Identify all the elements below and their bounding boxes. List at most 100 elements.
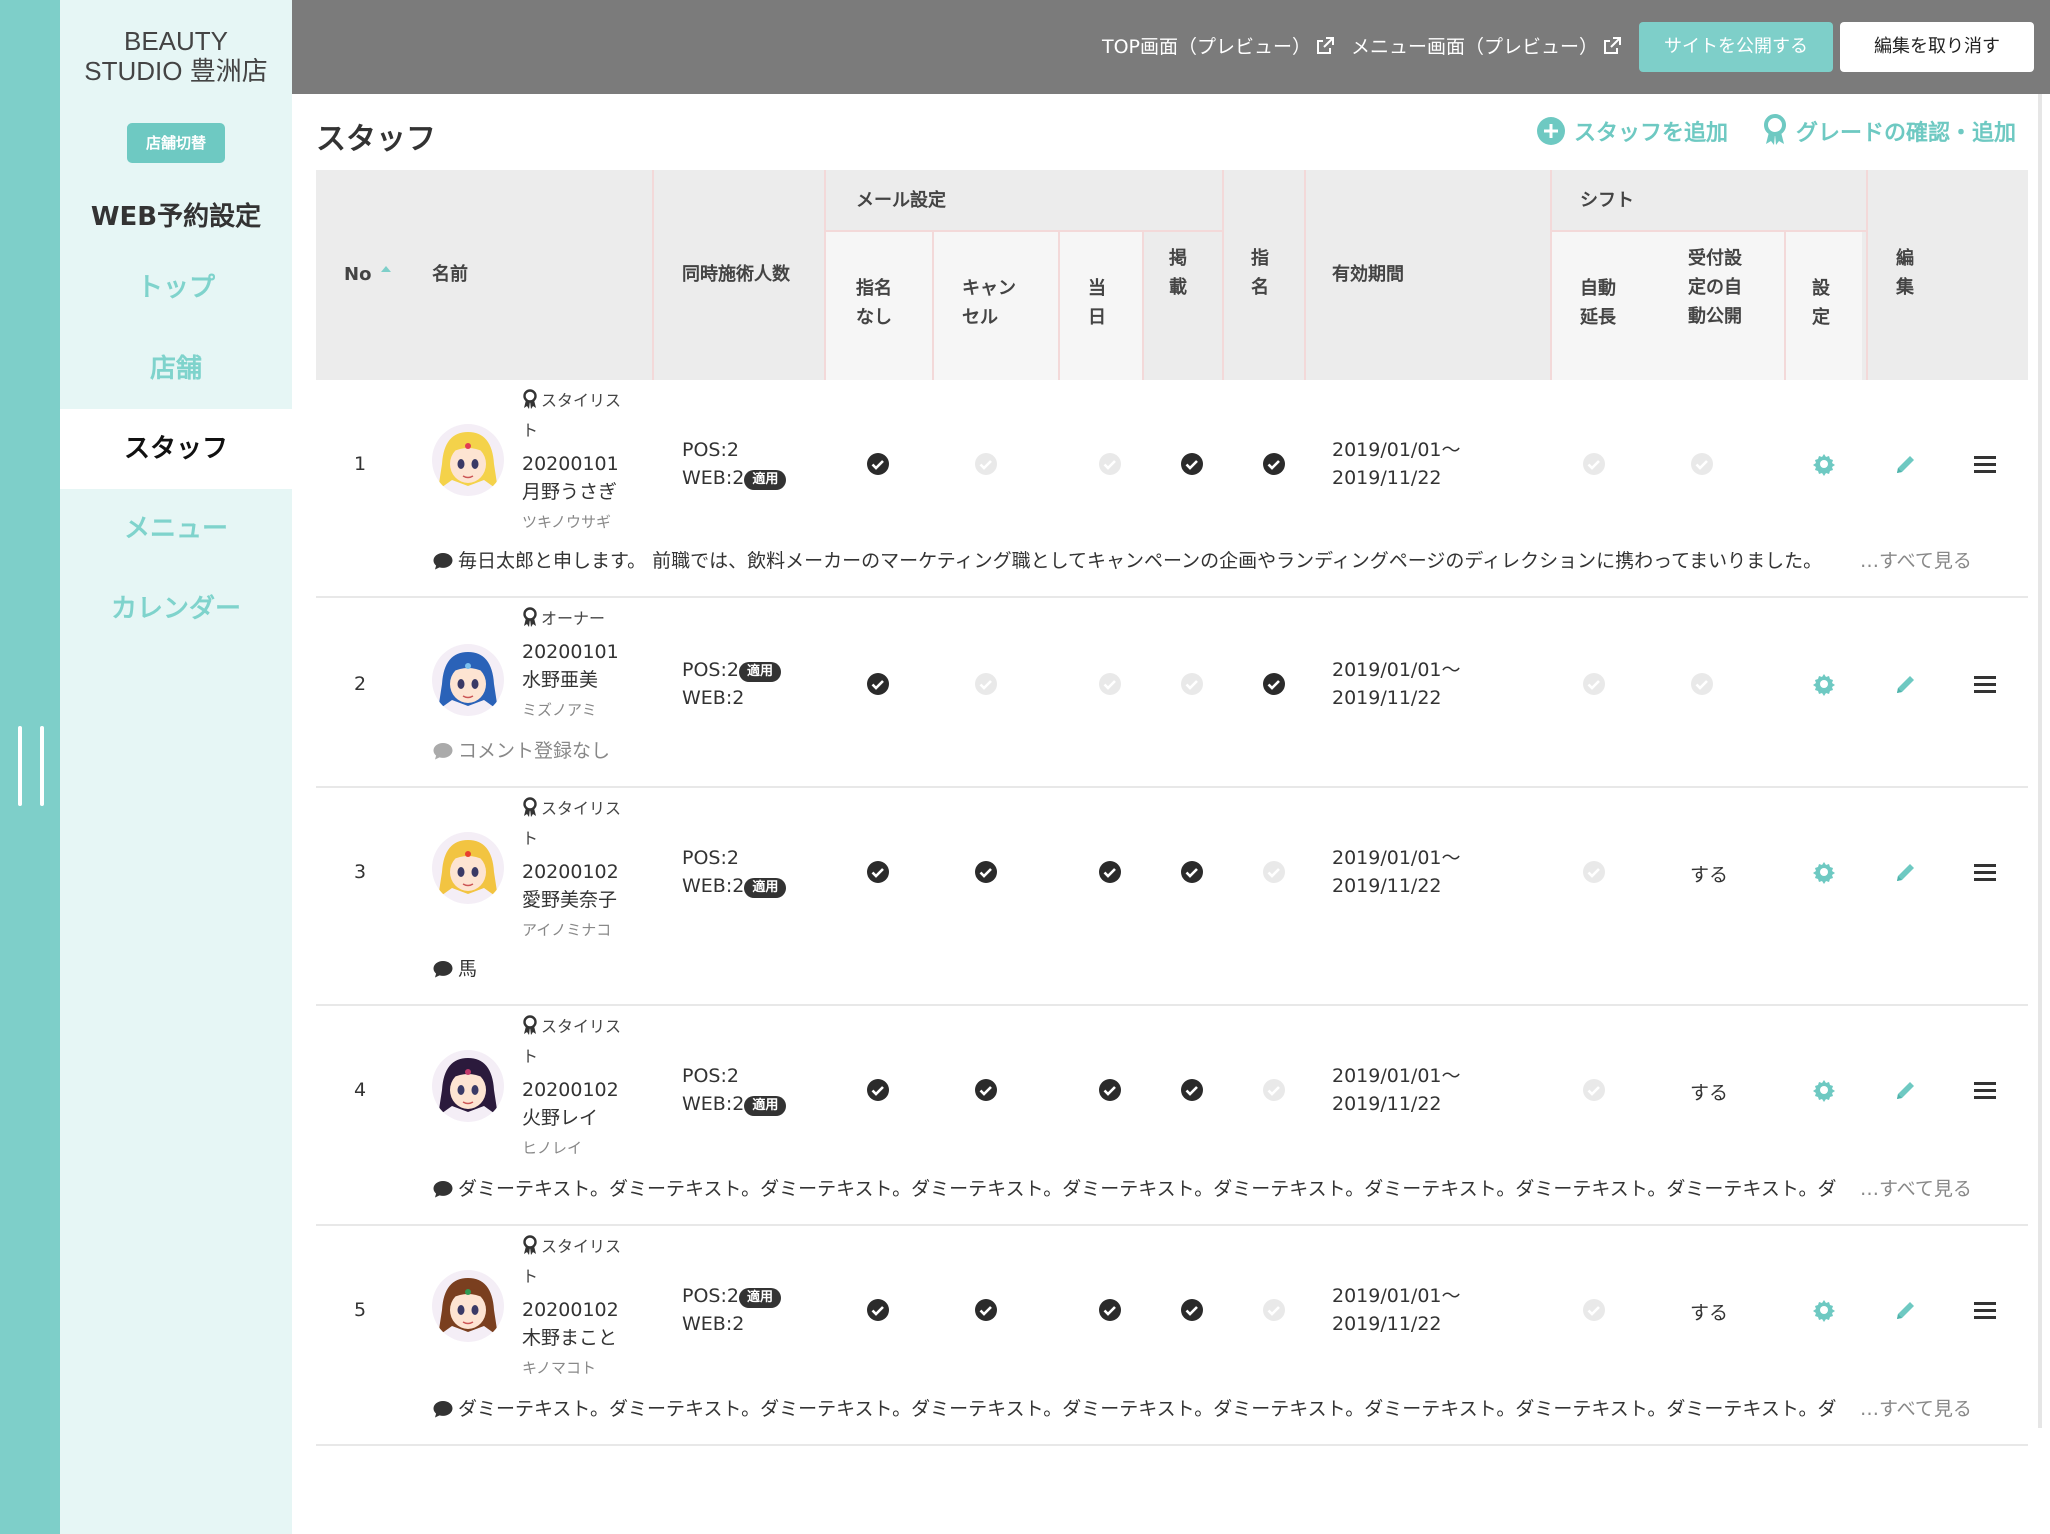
header-shift: シフト (1580, 190, 1634, 211)
published-check-icon[interactable] (1180, 672, 1204, 696)
mail-sameday-check-icon[interactable] (1098, 1078, 1122, 1102)
column-divider (1142, 232, 1144, 380)
nominate-check-icon[interactable] (1262, 860, 1286, 884)
sidebar-item-top[interactable]: トップ (60, 248, 292, 328)
hamburger-icon[interactable] (1974, 861, 1996, 887)
grade-button[interactable]: グレードの確認・追加 (1762, 114, 2016, 154)
staff-kana: ツキノウサギ (522, 513, 611, 531)
mail-cancel-check-icon[interactable] (974, 672, 998, 696)
staff-comment: コメント登録なし (432, 736, 610, 766)
staff-name[interactable]: 木野まこと (522, 1324, 617, 1353)
published-check-icon[interactable] (1180, 860, 1204, 884)
plus-circle-icon (1537, 117, 1565, 145)
mail-cancel-check-icon[interactable] (974, 1298, 998, 1322)
mail-cancel-check-icon[interactable] (974, 860, 998, 884)
staff-name[interactable]: 水野亜美 (522, 666, 598, 695)
mail-sameday-check-icon[interactable] (1098, 672, 1122, 696)
auto-extend-check-icon[interactable] (1582, 860, 1606, 884)
pencil-icon[interactable] (1894, 1298, 1918, 1326)
mail-unassigned-check-icon[interactable] (866, 1078, 890, 1102)
pencil-icon[interactable] (1894, 1078, 1918, 1106)
published-check-icon[interactable] (1180, 452, 1204, 476)
sidebar-toggle-handle[interactable] (16, 726, 46, 806)
gear-icon[interactable] (1812, 1078, 1836, 1106)
header-auto-extend: 自動延長 (1580, 278, 1616, 328)
pos-text: POS:2 (682, 1285, 739, 1307)
staff-comment: 毎日太郎と申します。 前職では、飲料メーカーのマーケティング職としてキャンペーン… (432, 546, 1822, 576)
speech-bubble-icon (433, 1181, 453, 1198)
nominate-check-icon[interactable] (1262, 452, 1286, 476)
avatar[interactable] (432, 1270, 504, 1342)
mail-cancel-check-icon[interactable] (974, 1078, 998, 1102)
hamburger-icon[interactable] (1974, 1079, 1996, 1105)
column-divider (1784, 232, 1786, 380)
award-icon (523, 389, 537, 409)
applied-badge: 適用 (738, 1288, 781, 1308)
gear-icon[interactable] (1812, 860, 1836, 888)
hamburger-icon[interactable] (1974, 1299, 1996, 1325)
mail-cancel-check-icon[interactable] (974, 452, 998, 476)
auto-extend-check-icon[interactable] (1582, 1078, 1606, 1102)
sidebar-item-calendar[interactable]: カレンダー (60, 569, 292, 649)
comment-text: ダミーテキスト。ダミーテキスト。ダミーテキスト。ダミーテキスト。ダミーテキスト。… (458, 1398, 1837, 1420)
publish-site-button[interactable]: サイトを公開する (1639, 22, 1833, 72)
see-all-link[interactable]: …すべて見る (1860, 1394, 1972, 1424)
award-icon (523, 1015, 537, 1035)
grade-label: オーナー (522, 604, 622, 634)
see-all-link[interactable]: …すべて見る (1860, 546, 1972, 576)
mail-sameday-check-icon[interactable] (1098, 1298, 1122, 1322)
gear-icon[interactable] (1812, 1298, 1836, 1326)
mail-sameday-check-icon[interactable] (1098, 452, 1122, 476)
web-count: WEB:2 (682, 1310, 744, 1339)
add-staff-button[interactable]: スタッフを追加 (1536, 114, 1728, 154)
cancel-edit-button[interactable]: 編集を取り消す (1840, 22, 2034, 72)
pencil-icon[interactable] (1894, 860, 1918, 888)
sidebar-item-store[interactable]: 店舗 (60, 329, 292, 409)
gear-icon[interactable] (1812, 672, 1836, 700)
mail-unassigned-check-icon[interactable] (866, 452, 890, 476)
store-switch-button[interactable]: 店舗切替 (127, 123, 225, 163)
web-count: WEB:2 適用 (682, 1090, 787, 1119)
nominate-check-icon[interactable] (1262, 672, 1286, 696)
published-check-icon[interactable] (1180, 1298, 1204, 1322)
scrollbar[interactable] (2038, 94, 2042, 1428)
staff-name[interactable]: 火野レイ (522, 1104, 598, 1133)
see-all-link[interactable]: …すべて見る (1860, 1174, 1972, 1204)
mail-unassigned-check-icon[interactable] (866, 860, 890, 884)
nominate-check-icon[interactable] (1262, 1078, 1286, 1102)
staff-name[interactable]: 愛野美奈子 (522, 886, 617, 915)
avatar[interactable] (432, 644, 504, 716)
auto-publish-check-icon[interactable] (1690, 672, 1714, 696)
avatar[interactable] (432, 1050, 504, 1122)
published-check-icon[interactable] (1180, 1078, 1204, 1102)
nominate-check-icon[interactable] (1262, 1298, 1286, 1322)
applied-badge: 適用 (744, 878, 787, 898)
sidebar-item-staff[interactable]: スタッフ (60, 409, 292, 489)
hamburger-icon[interactable] (1974, 453, 1996, 479)
hamburger-icon[interactable] (1974, 673, 1996, 699)
mail-unassigned-check-icon[interactable] (866, 1298, 890, 1322)
auto-extend-check-icon[interactable] (1582, 672, 1606, 696)
header-no[interactable]: No (344, 260, 392, 289)
applied-badge: 適用 (738, 662, 781, 682)
web-count: WEB:2 適用 (682, 872, 787, 901)
avatar[interactable] (432, 424, 504, 496)
pencil-icon[interactable] (1894, 452, 1918, 480)
sidebar-item-menu[interactable]: メニュー (60, 489, 292, 569)
mail-sameday-check-icon[interactable] (1098, 860, 1122, 884)
menu-preview-link[interactable]: メニュー画面（プレビュー） (1351, 0, 1622, 94)
mail-unassigned-check-icon[interactable] (866, 672, 890, 696)
auto-extend-check-icon[interactable] (1582, 1298, 1606, 1322)
gear-icon[interactable] (1812, 452, 1836, 480)
row-number: 4 (353, 1079, 367, 1101)
period-end: 2019/11/22 (1332, 687, 1442, 709)
auto-extend-check-icon[interactable] (1582, 452, 1606, 476)
pencil-icon[interactable] (1894, 672, 1918, 700)
row-number: 2 (353, 673, 367, 695)
auto-publish-check-icon[interactable] (1690, 452, 1714, 476)
top-preview-link[interactable]: TOP画面（プレビュー） (1102, 0, 1335, 94)
row-divider (1550, 230, 1868, 232)
staff-name[interactable]: 月野うさぎ (522, 478, 617, 507)
web-text: WEB:2 (682, 687, 745, 709)
avatar[interactable] (432, 832, 504, 904)
